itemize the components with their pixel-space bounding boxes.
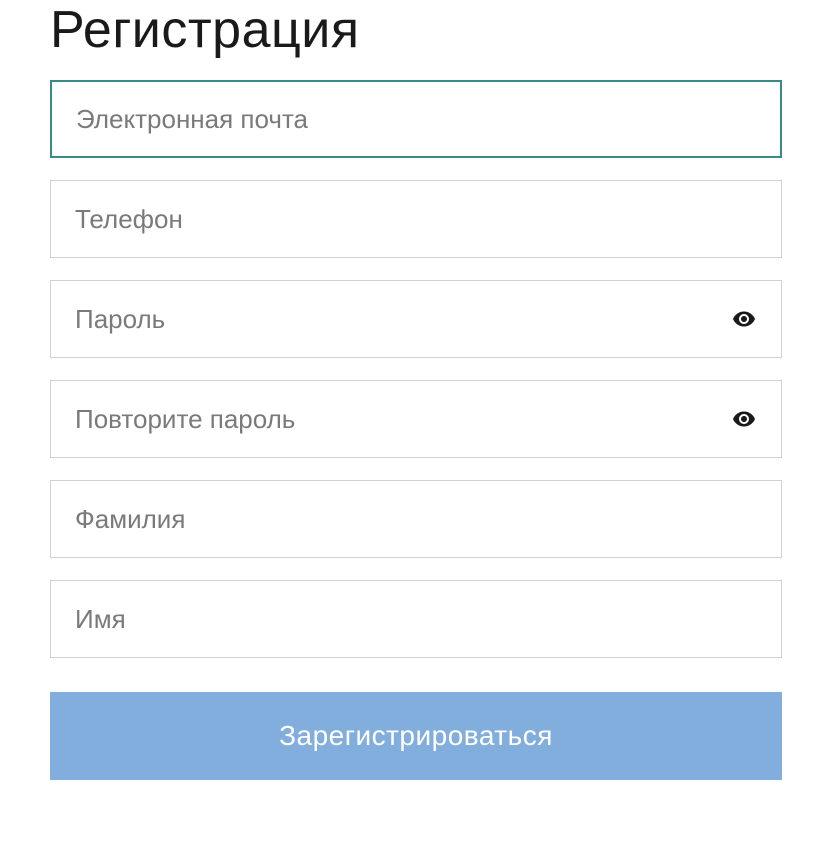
password-input[interactable] [50, 280, 782, 358]
eye-icon [732, 407, 756, 431]
password-confirm-input[interactable] [50, 380, 782, 458]
eye-icon [732, 307, 756, 331]
email-input[interactable] [50, 80, 782, 158]
lastname-input[interactable] [50, 480, 782, 558]
firstname-input[interactable] [50, 580, 782, 658]
password-visibility-toggle[interactable] [730, 305, 758, 333]
email-field-wrapper [50, 80, 782, 158]
registration-form: Регистрация Зарегистрироваться [50, 0, 782, 780]
phone-field-wrapper [50, 180, 782, 258]
submit-button[interactable]: Зарегистрироваться [50, 692, 782, 780]
lastname-field-wrapper [50, 480, 782, 558]
firstname-field-wrapper [50, 580, 782, 658]
password-confirm-field-wrapper [50, 380, 782, 458]
password-field-wrapper [50, 280, 782, 358]
form-title: Регистрация [50, 0, 782, 60]
password-confirm-visibility-toggle[interactable] [730, 405, 758, 433]
phone-input[interactable] [50, 180, 782, 258]
